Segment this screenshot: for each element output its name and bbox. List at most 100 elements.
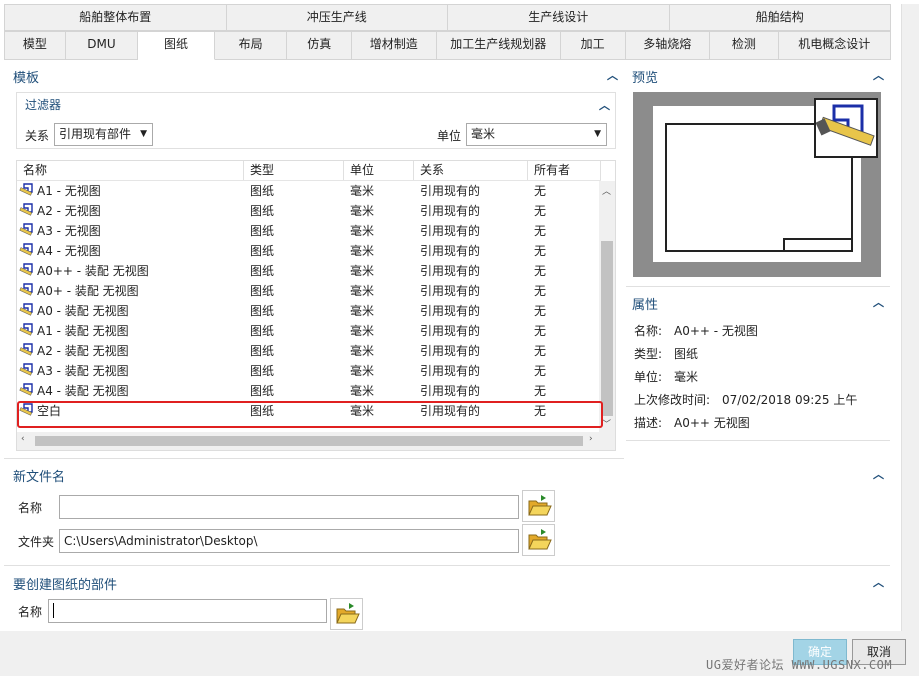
cell-text: 毫米 <box>350 324 375 338</box>
cell-relation: 引用现有的 <box>414 181 528 201</box>
scroll-down-icon[interactable]: ﹀ <box>602 417 611 430</box>
browse-folder-button[interactable] <box>522 490 555 522</box>
property-label: 类型: <box>634 347 663 361</box>
property-label: 名称: <box>634 324 663 338</box>
browse-folder-button[interactable] <box>522 524 555 556</box>
tab-drawing[interactable]: 图纸 <box>138 31 215 60</box>
scroll-left-icon[interactable]: ‹ <box>21 434 25 444</box>
table-row[interactable]: A4 - 无视图 图纸 毫米 引用现有的 无 <box>17 241 601 261</box>
scroll-right-icon[interactable]: › <box>589 434 593 444</box>
tab-dmu[interactable]: DMU <box>65 31 139 60</box>
new-file-name-input[interactable] <box>59 495 519 519</box>
drawing-template-icon <box>19 303 34 318</box>
tab-ship-structure[interactable]: 船舶结构 <box>669 4 891 31</box>
folder-path-input[interactable]: C:\Users\Administrator\Desktop\ <box>59 529 519 553</box>
tab-row-top: 船舶整体布置 冲压生产线 生产线设计 船舶结构 <box>4 4 891 31</box>
cell-text: 图纸 <box>250 244 275 258</box>
cell-text: 图纸 <box>250 264 275 278</box>
cell-text: 毫米 <box>350 264 375 278</box>
column-header-type[interactable]: 类型 <box>244 161 344 180</box>
cell-name: A2 - 装配 无视图 <box>17 341 244 361</box>
table-row[interactable]: A2 - 无视图 图纸 毫米 引用现有的 无 <box>17 201 601 221</box>
chevron-down-icon: ▼ <box>140 129 147 139</box>
cell-text: 无 <box>534 384 547 398</box>
cell-text: 无 <box>534 204 547 218</box>
cell-text: 无 <box>534 344 547 358</box>
part-name-input[interactable] <box>48 599 327 623</box>
browse-part-button[interactable] <box>330 598 363 630</box>
cell-text: 引用现有的 <box>420 224 481 238</box>
tab-simulation[interactable]: 仿真 <box>287 31 353 60</box>
scroll-up-icon[interactable]: ︿ <box>602 184 611 197</box>
tab-inspection[interactable]: 检测 <box>710 31 779 60</box>
new-file-title: 新文件名 <box>13 470 66 485</box>
tab-ship-layout[interactable]: 船舶整体布置 <box>4 4 227 31</box>
template-collapse-icon[interactable]: ︿ <box>607 67 618 83</box>
cell-owner: 无 <box>528 261 601 281</box>
column-header-name[interactable]: 名称 <box>17 161 244 180</box>
part-name-label: 名称 <box>18 605 43 619</box>
table-row[interactable]: A1 - 装配 无视图 图纸 毫米 引用现有的 无 <box>17 321 601 341</box>
watermark: UG爱好者论坛 WWW.UGSNX.COM <box>706 658 893 672</box>
cell-name: A4 - 装配 无视图 <box>17 381 244 401</box>
tab-additive[interactable]: 增材制造 <box>352 31 437 60</box>
dialog-scrollbar[interactable] <box>901 4 919 632</box>
filter-group: 过滤器 ︿ 关系 引用现有部件 ▼ 单位 毫米 ▼ <box>16 92 616 149</box>
template-table: 名称 类型 单位 关系 所有者 A1 - 无视图 图纸 毫米 引用现有的无 A2 - 无… <box>16 160 616 451</box>
cell-type: 图纸 <box>244 381 344 401</box>
column-header-relation[interactable]: 关系 <box>414 161 528 180</box>
filter-collapse-icon[interactable]: ︿ <box>599 97 610 113</box>
table-row[interactable]: A4 - 装配 无视图 图纸 毫米 引用现有的 无 <box>17 381 601 401</box>
cell-text: 图纸 <box>250 224 275 238</box>
new-file-collapse-icon[interactable]: ︿ <box>873 466 884 482</box>
cell-text: 图纸 <box>250 204 275 218</box>
cell-text: 引用现有的 <box>420 184 481 198</box>
scroll-thumb[interactable] <box>601 241 613 416</box>
cell-text: 毫米 <box>350 224 375 238</box>
property-label: 单位: <box>634 370 663 384</box>
cell-name: A4 - 无视图 <box>17 241 244 261</box>
text-caret <box>53 603 54 618</box>
cell-text: A4 - 无视图 <box>37 244 101 258</box>
table-row[interactable]: A0 - 装配 无视图 图纸 毫米 引用现有的 无 <box>17 301 601 321</box>
table-horizontal-scrollbar[interactable]: ‹ › <box>17 432 601 450</box>
cell-text: 引用现有的 <box>420 284 481 298</box>
table-row[interactable]: A0+ - 装配 无视图 图纸 毫米 引用现有的 无 <box>17 281 601 301</box>
cell-text: A4 - 装配 无视图 <box>37 384 129 398</box>
properties-collapse-icon[interactable]: ︿ <box>873 294 884 310</box>
property-value: 毫米 <box>674 370 699 384</box>
unit-select[interactable]: 毫米 ▼ <box>466 123 607 146</box>
cell-text: 图纸 <box>250 344 275 358</box>
scroll-thumb[interactable] <box>35 436 583 446</box>
cell-text: 毫米 <box>350 244 375 258</box>
cell-owner: 无 <box>528 321 601 341</box>
cell-name: A0 - 装配 无视图 <box>17 301 244 321</box>
tab-stamping-line[interactable]: 冲压生产线 <box>226 4 448 31</box>
preview-title: 预览 <box>632 71 659 86</box>
preview-collapse-icon[interactable]: ︿ <box>873 67 884 83</box>
table-row[interactable]: A0++ - 装配 无视图 图纸 毫米 引用现有的 无 <box>17 261 601 281</box>
cell-name: A3 - 装配 无视图 <box>17 361 244 381</box>
tab-layout[interactable]: 布局 <box>214 31 288 60</box>
tab-multiaxis[interactable]: 多轴烧熔 <box>625 31 711 60</box>
part-collapse-icon[interactable]: ︿ <box>873 574 884 590</box>
cell-unit: 毫米 <box>344 361 414 381</box>
tab-line-design[interactable]: 生产线设计 <box>448 4 670 31</box>
tab-model[interactable]: 模型 <box>4 31 66 60</box>
relation-select[interactable]: 引用现有部件 ▼ <box>54 123 153 146</box>
tab-line-planner[interactable]: 加工生产线规划器 <box>436 31 561 60</box>
table-row[interactable]: A1 - 无视图 图纸 毫米 引用现有的 无 <box>17 181 601 201</box>
column-header-unit[interactable]: 单位 <box>344 161 414 180</box>
property-type: 类型: 图纸 <box>634 345 698 362</box>
table-row[interactable]: A3 - 无视图 图纸 毫米 引用现有的 无 <box>17 221 601 241</box>
column-header-owner[interactable]: 所有者 <box>528 161 601 180</box>
cell-relation: 引用现有的 <box>414 221 528 241</box>
cell-text: A0+ - 装配 无视图 <box>37 284 139 298</box>
divider <box>4 565 890 566</box>
tab-machining[interactable]: 加工 <box>560 31 626 60</box>
cell-relation: 引用现有的 <box>414 281 528 301</box>
table-row[interactable]: A2 - 装配 无视图 图纸 毫米 引用现有的 无 <box>17 341 601 361</box>
tab-mechatronics[interactable]: 机电概念设计 <box>778 31 891 60</box>
table-row[interactable]: A3 - 装配 无视图 图纸 毫米 引用现有的 无 <box>17 361 601 381</box>
cell-relation: 引用现有的 <box>414 201 528 221</box>
